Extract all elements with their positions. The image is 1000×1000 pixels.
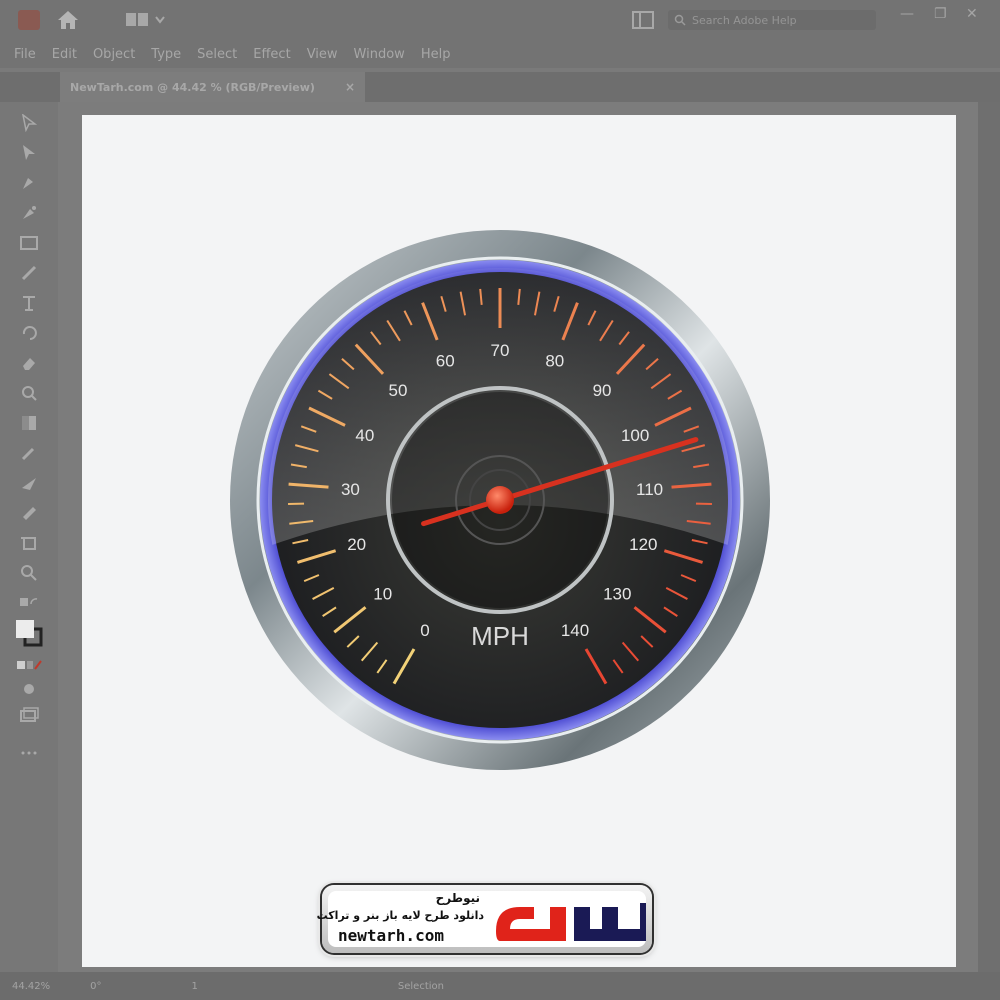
speed-label-20: 20 [347,535,366,554]
fill-stroke-icon [16,620,43,647]
pen-icon [23,178,33,189]
document-tab-bar: NewTarh.com @ 44.42 % (RGB/Preview) × [0,72,1000,102]
menu-object[interactable]: Object [93,47,135,62]
speed-label-140: 140 [561,621,589,640]
search-placeholder: Search Adobe Help [692,13,797,27]
speed-label-130: 130 [603,585,631,604]
more-tools-icon [21,751,37,755]
speed-label-10: 10 [373,585,392,604]
shape-builder-icon [22,386,37,401]
color-mode-buttons[interactable] [14,654,44,676]
blend-icon [22,478,36,490]
menu-type[interactable]: Type [151,47,181,62]
swap-colors-control[interactable] [14,592,44,614]
paintbrush-icon [21,265,37,281]
speed-label-110: 110 [636,480,663,499]
speedometer-artwork[interactable]: 0 10 20 30 40 50 60 70 80 90 100 110 120 130 140 MPH [225,225,775,775]
fill-stroke-swatch[interactable] [14,618,44,648]
edit-toolbar-button[interactable] [14,742,44,764]
arrange-documents-icon[interactable] [632,11,654,29]
close-button[interactable]: ✕ [966,6,978,22]
type-tool[interactable] [14,292,44,314]
tab-close-icon[interactable]: × [345,80,355,94]
watermark-tagline: دانلود طرح لایه باز بنر و تراکت [316,909,484,922]
watermark-logo-mark-icon [496,903,646,941]
speed-label-50: 50 [389,381,408,400]
selection-arrow-icon [22,114,37,132]
eraser-icon [23,358,35,370]
type-icon [23,296,35,311]
panel-collapse-bar[interactable] [978,102,1000,972]
menu-edit[interactable]: Edit [52,47,77,62]
menu-file[interactable]: File [14,47,36,62]
slice-icon [23,507,36,520]
paintbrush-tool[interactable] [14,262,44,284]
status-bar: 44.42% 0° 1 Selection [0,972,1000,1000]
menu-effect[interactable]: Effect [253,47,290,62]
menu-help[interactable]: Help [421,47,451,62]
zoom-tool[interactable] [14,562,44,584]
speed-label-0: 0 [420,621,429,640]
menu-view[interactable]: View [307,47,338,62]
zoom-icon [21,565,37,581]
menu-select[interactable]: Select [197,47,237,62]
speed-label-40: 40 [355,426,374,445]
color-mode-icon [17,660,42,670]
shape-builder-tool[interactable] [14,382,44,404]
curvature-icon [23,206,36,219]
draw-mode-button[interactable] [14,678,44,700]
app-logo-icon[interactable] [18,10,40,30]
watermark-site: newtarh.com [338,926,444,945]
rotate-tool[interactable] [14,322,44,344]
speed-label-80: 80 [545,351,564,370]
watermark-brand-fa: نیوطرح [435,891,480,905]
draw-mode-icon [24,684,34,694]
speed-label-100: 100 [621,426,649,445]
selection-tool[interactable] [14,112,44,134]
tools-panel [0,102,58,972]
speed-label-120: 120 [629,535,657,554]
direct-selection-icon [23,145,35,160]
screen-mode-button[interactable] [14,704,44,726]
home-icon[interactable] [56,9,80,31]
direct-selection-tool[interactable] [14,142,44,164]
speed-label-60: 60 [436,351,455,370]
title-bar: Search Adobe Help — ❐ ✕ [0,0,1000,40]
workspace-switcher-icon[interactable] [126,12,166,28]
artboard-number[interactable]: 1 [192,981,198,992]
zoom-level[interactable]: 44.42% [12,981,50,992]
needle-hub [486,486,514,514]
search-icon [674,14,686,26]
rotate-icon [22,326,37,340]
restore-button[interactable]: ❐ [934,6,947,22]
rectangle-tool[interactable] [14,232,44,254]
document-tab-title: NewTarh.com @ 44.42 % (RGB/Preview) [70,80,315,94]
rotation-value[interactable]: 0° [90,981,101,992]
eraser-tool[interactable] [14,352,44,374]
unit-label: MPH [471,621,529,651]
screen-mode-icon [20,707,39,722]
blend-tool[interactable] [14,472,44,494]
eyedropper-icon [21,447,35,461]
pen-tool[interactable] [14,172,44,194]
gradient-icon [22,416,36,430]
tool-mode: Selection [397,980,444,992]
rectangle-icon [20,236,38,250]
speed-label-90: 90 [593,381,612,400]
curvature-tool[interactable] [14,202,44,224]
menu-bar: File Edit Object Type Select Effect View… [0,40,1000,68]
search-input[interactable]: Search Adobe Help [668,10,876,30]
speed-label-70: 70 [491,341,510,360]
artboard-icon [21,537,36,550]
document-tab[interactable]: NewTarh.com @ 44.42 % (RGB/Preview) × [60,72,365,102]
gradient-tool[interactable] [14,412,44,434]
swap-colors-icon [20,598,38,606]
eyedropper-tool[interactable] [14,442,44,464]
artboard-tool[interactable] [14,532,44,554]
minimize-button[interactable]: — [900,6,914,22]
menu-window[interactable]: Window [354,47,405,62]
speed-label-30: 30 [341,480,360,499]
slice-tool[interactable] [14,502,44,524]
